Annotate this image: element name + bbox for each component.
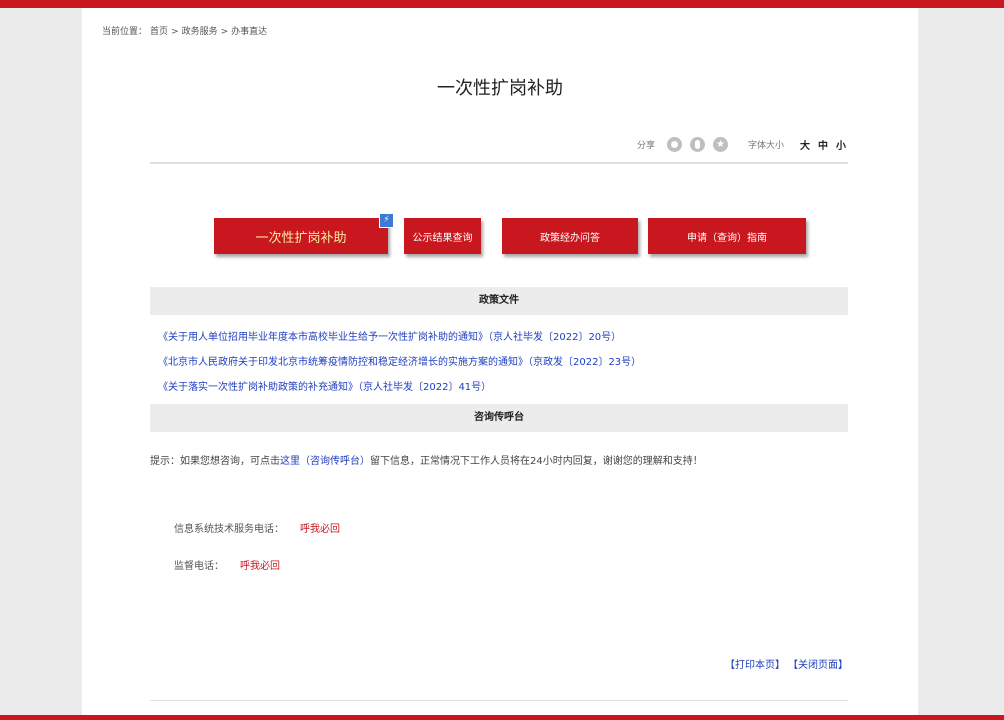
breadcrumb-direct[interactable]: 办事直达 bbox=[231, 27, 267, 37]
font-size-label: 字体大小 bbox=[747, 140, 784, 151]
page-title: 一次性扩岗补助 bbox=[437, 78, 563, 99]
close-page-link[interactable]: 【关闭页面】 bbox=[793, 660, 848, 671]
print-page-link[interactable]: 【打印本页】 bbox=[725, 660, 785, 671]
share-label: 分享 bbox=[636, 140, 655, 151]
consult-link[interactable]: 这里（咨询传呼台） bbox=[280, 456, 370, 467]
contact-label: 监督电话： bbox=[174, 561, 224, 572]
policy-doc-link[interactable]: 《关于用人单位招用毕业年度本市高校毕业生给予一次性扩岗补助的通知》（京人社毕发〔… bbox=[158, 328, 621, 343]
one-time-subsidy-button[interactable]: 一次性扩岗补助 ⚡ bbox=[214, 213, 394, 254]
policy-qa-button[interactable]: 政策经办问答 bbox=[502, 218, 638, 254]
tip-text-after: 留下信息，正常情况下工作人员将在24小时内回复，谢谢您的理解和支持！ bbox=[370, 456, 703, 467]
policy-doc-link[interactable]: 《北京市人民政府关于印发北京市统筹疫情防控和稳定经济增长的实施方案的通知》（京政… bbox=[158, 353, 641, 368]
consult-section-header: 咨询传呼台 bbox=[150, 404, 848, 432]
font-size-small-button[interactable]: 小 bbox=[836, 137, 846, 152]
breadcrumb-gov-service[interactable]: 政务服务 bbox=[182, 27, 218, 37]
consult-tip: 提示：如果您想咨询，可点击这里（咨询传呼台）留下信息，正常情况下工作人员将在24… bbox=[150, 452, 703, 467]
contact-label: 信息系统技术服务电话： bbox=[174, 524, 284, 535]
application-guide-button[interactable]: 申请（查询）指南 bbox=[648, 218, 806, 254]
breadcrumb-prefix: 当前位置： bbox=[102, 27, 148, 37]
footer-divider bbox=[150, 700, 848, 701]
content-panel: 当前位置：首页>政务服务>办事直达 一次性扩岗补助 分享 字体大小 大 中 小 … bbox=[82, 8, 918, 715]
breadcrumb-home[interactable]: 首页 bbox=[150, 27, 168, 37]
supervision-contact: 监督电话： 呼我必回 bbox=[174, 557, 280, 572]
breadcrumb-separator: > bbox=[220, 27, 229, 37]
result-query-button[interactable]: 公示结果查询 bbox=[404, 218, 481, 254]
lightning-icon: ⚡ bbox=[379, 213, 394, 228]
footer-links: 【打印本页】 【关闭页面】 bbox=[717, 656, 848, 671]
tech-support-contact: 信息系统技术服务电话： 呼我必回 bbox=[174, 520, 340, 535]
breadcrumb: 当前位置： 首页 > 政务服务 > 办事直达 bbox=[102, 24, 270, 37]
one-time-subsidy-label: 一次性扩岗补助 bbox=[255, 230, 347, 246]
font-size-large-button[interactable]: 大 bbox=[800, 137, 810, 152]
policy-doc-link[interactable]: 《关于落实一次性扩岗补助政策的补充通知》（京人社毕发〔2022〕41号） bbox=[158, 378, 491, 393]
breadcrumb-separator: > bbox=[171, 27, 179, 37]
wechat-share-icon[interactable] bbox=[666, 136, 682, 152]
policy-section-header: 政策文件 bbox=[150, 287, 848, 315]
contact-value: 呼我必回 bbox=[240, 561, 280, 572]
bottom-red-bar bbox=[0, 715, 1004, 720]
share-toolbar: 分享 字体大小 大 中 小 bbox=[637, 136, 846, 152]
favorite-share-icon[interactable] bbox=[712, 136, 728, 152]
tip-text-before: 提示：如果您想咨询，可点击 bbox=[150, 456, 280, 467]
top-red-bar bbox=[0, 0, 1004, 8]
font-size-medium-button[interactable]: 中 bbox=[818, 137, 828, 152]
weibo-share-icon[interactable] bbox=[689, 136, 705, 152]
contact-value: 呼我必回 bbox=[300, 524, 340, 535]
title-divider bbox=[150, 162, 848, 164]
